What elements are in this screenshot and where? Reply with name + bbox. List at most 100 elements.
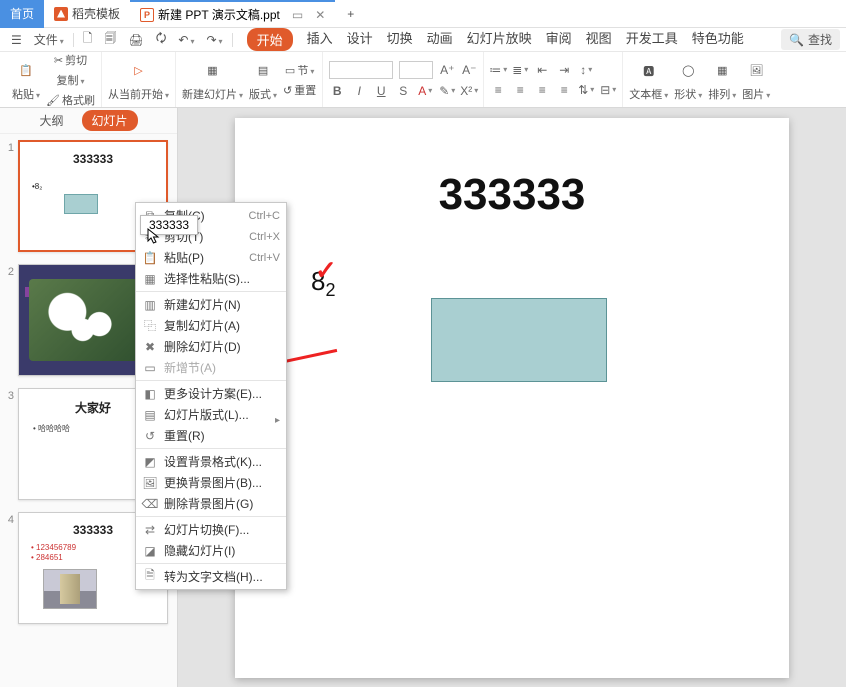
ctx-slide-layout[interactable]: ▤幻灯片版式(L)...: [136, 404, 286, 425]
section-button[interactable]: ▭节: [285, 62, 314, 78]
ctx-change-bg[interactable]: 🖼更换背景图片(B)...: [136, 472, 286, 493]
design-icon: ◧: [142, 386, 158, 402]
annotation-checkmark: ✓: [315, 255, 337, 286]
tab-outline[interactable]: 大纲: [39, 112, 63, 129]
increase-font-icon[interactable]: A⁺: [439, 62, 455, 78]
indent-icon[interactable]: ⇥: [556, 62, 572, 78]
align-vert-icon[interactable]: ⊟: [600, 82, 616, 98]
font-family-select[interactable]: [329, 61, 393, 79]
underline-icon[interactable]: U: [373, 83, 389, 99]
reset-icon: ↺: [142, 428, 158, 444]
ribbon-group-insert: 🅰 文本框 ◯ 形状 ▦ 排列 🖼 图片: [623, 52, 776, 107]
outdent-icon[interactable]: ⇤: [534, 62, 550, 78]
doc-close-icon[interactable]: ✕: [315, 8, 325, 22]
align-right-icon[interactable]: ≡: [534, 82, 550, 98]
undo-icon[interactable]: ↶: [173, 33, 199, 47]
tab-add-button[interactable]: +: [335, 0, 366, 28]
tab-current-document[interactable]: P 新建 PPT 演示文稿.ppt ▭ ✕: [130, 0, 335, 28]
bg-format-icon: ◩: [142, 454, 158, 470]
layout-button[interactable]: ▤ 版式: [249, 58, 277, 102]
ctx-reset[interactable]: ↺重置(R): [136, 425, 286, 446]
align-center-icon[interactable]: ≡: [512, 82, 528, 98]
ctx-bg-format[interactable]: ◩设置背景格式(K)...: [136, 451, 286, 472]
tab-slides[interactable]: 幻灯片: [82, 110, 138, 131]
ribbon-tab-dev[interactable]: 开发工具: [626, 28, 678, 51]
rectangle-shape[interactable]: [431, 298, 607, 382]
italic-icon[interactable]: I: [351, 83, 367, 99]
align-justify-icon[interactable]: ≡: [556, 82, 572, 98]
font-color-icon[interactable]: A: [417, 83, 433, 99]
ribbon-tab-transition[interactable]: 切换: [387, 28, 413, 51]
play-from-current-button[interactable]: ▷ 从当前开始: [108, 58, 169, 102]
ribbon-tab-view[interactable]: 视图: [586, 28, 612, 51]
search-icon: 🔍: [789, 33, 804, 47]
ribbon-tab-animation[interactable]: 动画: [427, 28, 453, 51]
copy-button[interactable]: 复制: [56, 72, 84, 88]
ribbon-tab-insert[interactable]: 插入: [307, 28, 333, 51]
slide-canvas[interactable]: 333333 82: [235, 118, 789, 678]
ribbon: 📋 粘贴 ✂剪切 复制 🖌格式刷 ▷ 从当前开始 ▦ 新建幻灯片 ▤ 版式: [0, 52, 846, 108]
ribbon-tab-review[interactable]: 审阅: [546, 28, 572, 51]
reset-button[interactable]: ↺重置: [283, 82, 316, 98]
text-direction-icon[interactable]: ⇅: [578, 82, 594, 98]
tab-doc-label: 新建 PPT 演示文稿.ppt: [158, 6, 280, 23]
ctx-duplicate-slide[interactable]: ⿻复制幻灯片(A): [136, 315, 286, 336]
super-sub-icon[interactable]: X²: [461, 83, 477, 99]
ctx-delete-slide[interactable]: ✖删除幻灯片(D): [136, 336, 286, 357]
ribbon-group-play: ▷ 从当前开始: [102, 52, 176, 107]
shape-button[interactable]: ◯ 形状: [674, 58, 702, 102]
ribbon-group-font: A⁺ A⁻ B I U S A ✎ X²: [323, 52, 484, 107]
search-box[interactable]: 🔍 查找: [781, 29, 840, 50]
textbox-icon: 🅰: [636, 58, 662, 84]
strike-icon[interactable]: S: [395, 83, 411, 99]
font-size-select[interactable]: [399, 61, 433, 79]
ctx-delete-bg[interactable]: ⌫删除背景图片(G): [136, 493, 286, 514]
bold-icon[interactable]: B: [329, 83, 345, 99]
file-menu[interactable]: 文件: [29, 31, 69, 48]
ribbon-tab-design[interactable]: 设计: [347, 28, 373, 51]
ctx-paste-special[interactable]: ▦选择性粘贴(S)...: [136, 268, 286, 289]
align-left-icon[interactable]: ≡: [490, 82, 506, 98]
paste-icon: 📋: [142, 250, 158, 266]
highlight-icon[interactable]: ✎: [439, 83, 455, 99]
slide-panel-tabs: 大纲 幻灯片: [0, 108, 177, 134]
numbering-icon[interactable]: ≣: [512, 62, 528, 78]
arrange-button[interactable]: ▦ 排列: [708, 58, 736, 102]
doc-restore-icon[interactable]: ▭: [292, 8, 303, 22]
ctx-new-slide[interactable]: ▥新建幻灯片(N): [136, 294, 286, 315]
ctx-paste[interactable]: 📋粘贴(P)Ctrl+V: [136, 247, 286, 268]
cut-button[interactable]: ✂剪切: [54, 52, 87, 68]
ribbon-tab-start[interactable]: 开始: [247, 28, 293, 51]
ribbon-group-slides: ▦ 新建幻灯片 ▤ 版式 ▭节 ↺重置: [176, 52, 323, 107]
shape-icon: ◯: [675, 58, 701, 84]
line-spacing-icon[interactable]: ↕: [578, 62, 594, 78]
slide-title[interactable]: 333333: [235, 170, 789, 220]
flame-icon: [54, 7, 68, 21]
ctx-more-design[interactable]: ◧更多设计方案(E)...: [136, 383, 286, 404]
decrease-font-icon[interactable]: A⁻: [461, 62, 477, 78]
section-icon: ▭: [142, 360, 158, 376]
document-tabbar: 首页 稻壳模板 P 新建 PPT 演示文稿.ppt ▭ ✕ +: [0, 0, 846, 28]
format-painter-button[interactable]: 🖌格式刷: [46, 92, 95, 108]
new-slide-icon: ▥: [142, 297, 158, 313]
bullets-icon[interactable]: ≔: [490, 62, 506, 78]
workarea: 大纲 幻灯片 1 333333 •8₂ 2 3 大家好 • 哈哈哈哈: [0, 108, 846, 687]
redo-icon[interactable]: ↷: [201, 33, 227, 47]
hamburger-icon[interactable]: ☰: [6, 33, 27, 47]
ctx-to-text-doc[interactable]: 🗎转为文字文档(H)...: [136, 566, 286, 587]
ribbon-tab-slideshow[interactable]: 幻灯片放映: [467, 28, 532, 51]
picture-button[interactable]: 🖼 图片: [742, 58, 770, 102]
ctx-slide-transition[interactable]: ⇄幻灯片切换(F)...: [136, 519, 286, 540]
print-icon[interactable]: 🖨: [123, 33, 148, 47]
tab-home[interactable]: 首页: [0, 0, 44, 28]
layout-icon2: ▤: [142, 407, 158, 423]
new-slide-button[interactable]: ▦ 新建幻灯片: [182, 58, 243, 102]
ribbon-tab-special[interactable]: 特色功能: [692, 28, 744, 51]
textbox-button[interactable]: 🅰 文本框: [629, 58, 668, 102]
tab-template-store[interactable]: 稻壳模板: [44, 0, 130, 28]
paste-button[interactable]: 📋 粘贴: [12, 58, 40, 102]
refresh-icon[interactable]: 🗘: [151, 29, 172, 50]
open-icon[interactable]: 🗐: [99, 29, 121, 50]
new-icon[interactable]: 🗋: [78, 29, 98, 50]
ctx-hide-slide[interactable]: ◪隐藏幻灯片(I): [136, 540, 286, 561]
